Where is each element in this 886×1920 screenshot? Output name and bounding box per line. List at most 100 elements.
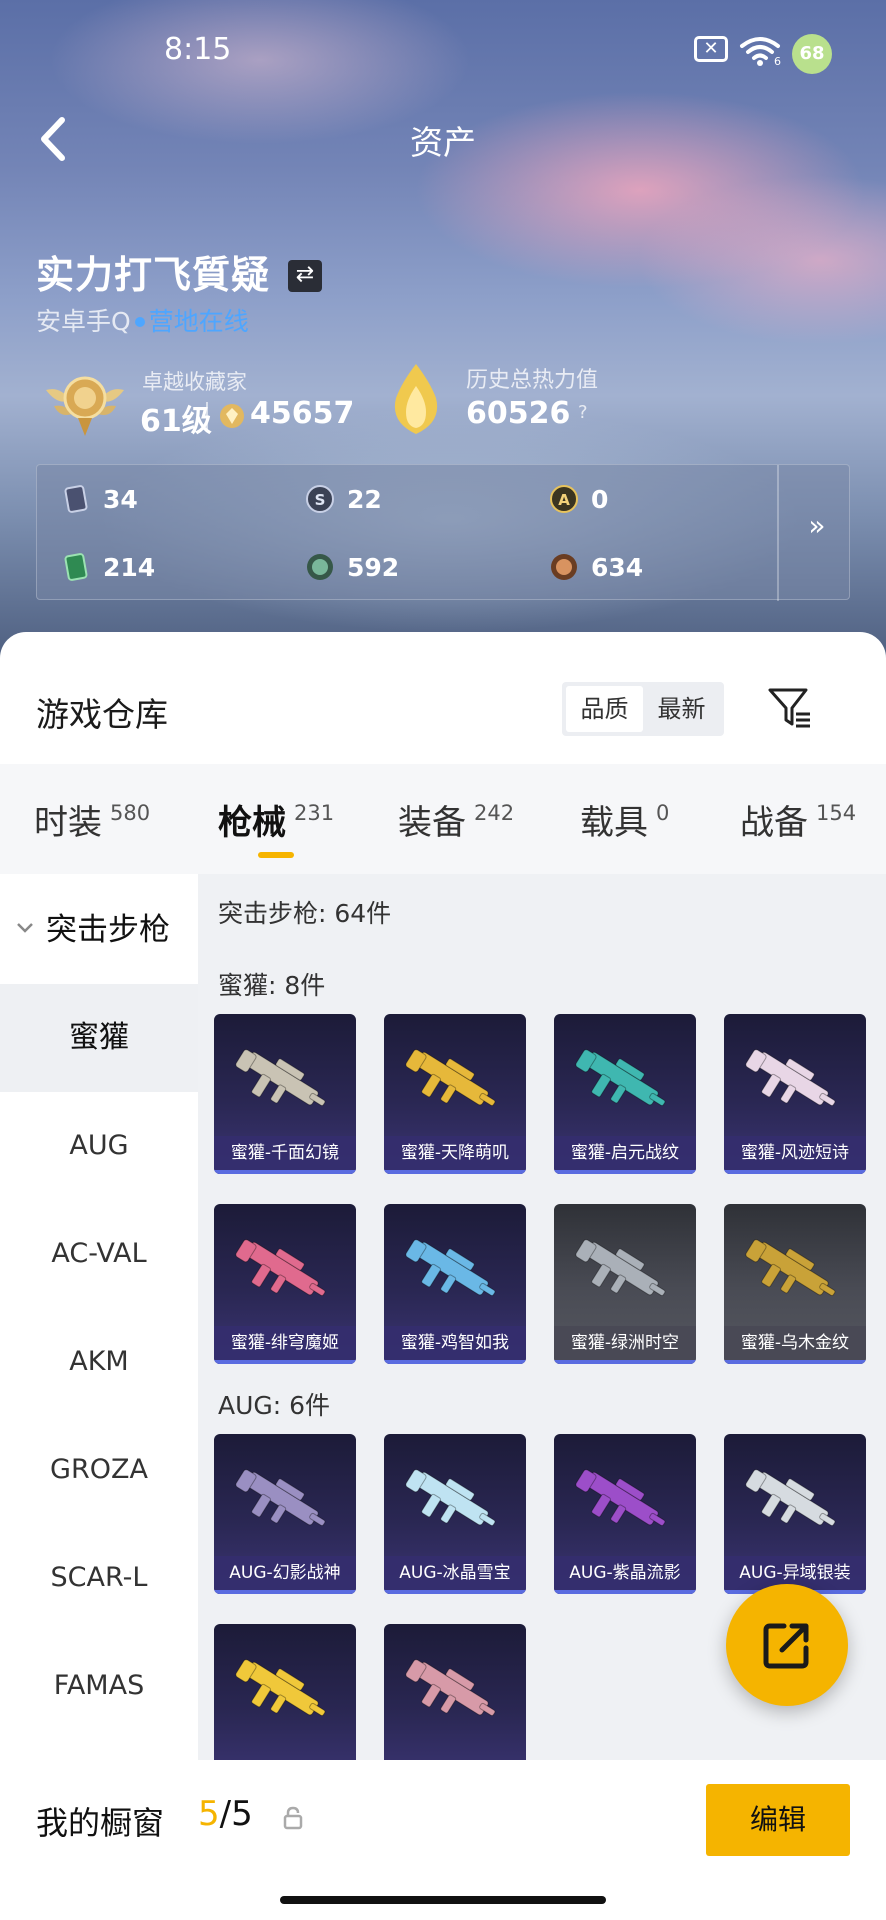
- double-chevron-right-icon[interactable]: »: [797, 509, 837, 549]
- group-label: 蜜獾: 8件: [218, 971, 326, 1000]
- sidebar-item-famas[interactable]: FAMAS: [0, 1632, 198, 1740]
- rarity-bar: [384, 1590, 526, 1594]
- rifle-icon: [745, 1469, 836, 1526]
- badge-a-icon: A: [550, 485, 578, 513]
- stat-item: 634: [549, 547, 643, 587]
- stat-value: 592: [347, 552, 400, 582]
- tab-label: 枪械: [218, 802, 286, 843]
- platform-label: 安卓手Q: [36, 307, 131, 336]
- filter-icon[interactable]: [766, 684, 814, 732]
- stat-item: 592: [305, 547, 399, 587]
- rarity-bar: [554, 1590, 696, 1594]
- rarity-bar: [214, 1360, 356, 1364]
- heat-flame-icon: [394, 364, 438, 434]
- tab-equipment[interactable]: 装备 242: [398, 764, 514, 874]
- group-label: AUG: 6件: [218, 1391, 331, 1420]
- rank-level: 61级: [140, 404, 212, 439]
- rifle-icon: [235, 1239, 326, 1296]
- switch-account-icon[interactable]: ⇄: [288, 260, 322, 292]
- weapon-skin-card[interactable]: AUG-异域银装: [724, 1434, 866, 1594]
- share-button[interactable]: [726, 1584, 848, 1706]
- svg-text:6: 6: [774, 55, 781, 66]
- warehouse-sheet: 游戏仓库 品质 最新 时装 580 枪械 231 装备 242 载具 0 战备 154 突…: [0, 632, 886, 1920]
- rarity-bar: [724, 1360, 866, 1364]
- sidebar-item-aug[interactable]: AUG: [0, 1092, 198, 1200]
- weapon-skin-card[interactable]: 蜜獾-启元战纹: [554, 1014, 696, 1174]
- weapon-skin-name: AUG-紫晶流影: [554, 1556, 696, 1594]
- weapon-skin-card[interactable]: 蜜獾-天降萌叽: [384, 1014, 526, 1174]
- weapon-skin-name: 蜜獾-风迹短诗: [724, 1136, 866, 1174]
- tab-label: 装备: [398, 802, 466, 843]
- sidebar-item-akm[interactable]: AKM: [0, 1308, 198, 1416]
- tab-count: 580: [110, 801, 151, 825]
- showcase-current: 5: [198, 1794, 220, 1834]
- share-out-icon: [763, 1623, 809, 1669]
- sidebar-item-groza[interactable]: GROZA: [0, 1416, 198, 1524]
- bronze-orb-icon: [551, 554, 577, 580]
- weapon-skin-card[interactable]: 蜜獾-绯穹魔姬: [214, 1204, 356, 1364]
- weapon-skin-card[interactable]: 蜜獾-绿洲时空: [554, 1204, 696, 1364]
- rarity-bar: [214, 1590, 356, 1594]
- tab-label: 战备: [740, 802, 808, 843]
- stat-item: 214: [61, 547, 155, 587]
- rarity-bar: [554, 1360, 696, 1364]
- rarity-bar: [554, 1170, 696, 1174]
- weapon-skin-name: 蜜獾-乌木金纹: [724, 1326, 866, 1364]
- sort-quality-button[interactable]: 品质: [566, 686, 643, 732]
- warehouse-title: 游戏仓库: [36, 695, 168, 734]
- weapon-skin-card[interactable]: 蜜獾-千面幻镜: [214, 1014, 356, 1174]
- edit-showcase-button[interactable]: 编辑: [706, 1784, 850, 1856]
- showcase-count: 5/5: [198, 1794, 253, 1834]
- rank-title: 卓越收藏家: [142, 370, 247, 394]
- divider: [777, 465, 779, 601]
- sidebar-group-label: 突击步枪: [46, 912, 170, 948]
- status-time: 8:15: [164, 32, 232, 67]
- tab-vehicles[interactable]: 载具 0: [580, 764, 669, 874]
- status-bar: 8:15 ✕ 6 68: [0, 0, 886, 100]
- collector-coins: 45657: [250, 396, 355, 431]
- sidebar-item-scar-l[interactable]: SCAR-L: [0, 1524, 198, 1632]
- weapon-skin-card[interactable]: 蜜獾-乌木金纹: [724, 1204, 866, 1364]
- weapon-skin-name: 蜜獾-启元战纹: [554, 1136, 696, 1174]
- showcase-bar: 我的橱窗 5/5 编辑: [0, 1760, 886, 1920]
- rarity-bar: [384, 1170, 526, 1174]
- sidebar-item-ac-val[interactable]: AC-VAL: [0, 1200, 198, 1308]
- stat-value: 634: [591, 552, 644, 582]
- tab-label: 时装: [34, 802, 102, 843]
- collector-rank-emblem-icon: [46, 376, 124, 436]
- help-icon[interactable]: ?: [578, 402, 588, 423]
- rifle-icon: [405, 1049, 496, 1106]
- rarity-bar: [384, 1360, 526, 1364]
- tab-supplies[interactable]: 战备 154: [740, 764, 856, 874]
- weapon-skin-card[interactable]: AUG-紫晶流影: [554, 1434, 696, 1594]
- online-dot-icon: [134, 317, 145, 327]
- divider: [206, 402, 208, 430]
- weapon-skin-card[interactable]: 蜜獾-风迹短诗: [724, 1014, 866, 1174]
- rarity-bar: [724, 1170, 866, 1174]
- player-platform: 安卓手Q 营地在线: [36, 302, 249, 338]
- svg-text:S: S: [315, 491, 326, 509]
- rifle-icon: [575, 1239, 666, 1296]
- online-status: 营地在线: [148, 307, 249, 336]
- sidebar-group-assault-rifle[interactable]: 突击步枪: [14, 904, 170, 949]
- rarity-bar: [214, 1170, 356, 1174]
- tab-fashion[interactable]: 时装 580: [34, 764, 150, 874]
- active-tab-indicator: [258, 852, 294, 858]
- weapon-skin-card[interactable]: 蜜獾-鸡智如我: [384, 1204, 526, 1364]
- rifle-icon: [405, 1659, 496, 1716]
- tab-count: 242: [474, 801, 515, 825]
- showcase-total: /5: [219, 1794, 253, 1834]
- sidebar-item-honey-badger[interactable]: 蜜獾: [0, 984, 198, 1092]
- stat-item: S 22: [305, 479, 382, 519]
- tab-label: 载具: [580, 802, 648, 843]
- stat-value: 214: [103, 552, 156, 582]
- weapon-skin-card[interactable]: AUG-幻影战神: [214, 1434, 356, 1594]
- weapon-skin-card[interactable]: AUG-冰晶雪宝: [384, 1434, 526, 1594]
- weapon-skin-name: 蜜獾-绯穹魔姬: [214, 1326, 356, 1364]
- rifle-icon: [575, 1049, 666, 1106]
- stat-value: 22: [347, 484, 382, 514]
- heat-title: 历史总热力值: [466, 368, 599, 393]
- rifle-icon: [235, 1049, 326, 1106]
- sort-latest-button[interactable]: 最新: [643, 686, 720, 732]
- stat-item: A 0: [549, 479, 608, 519]
